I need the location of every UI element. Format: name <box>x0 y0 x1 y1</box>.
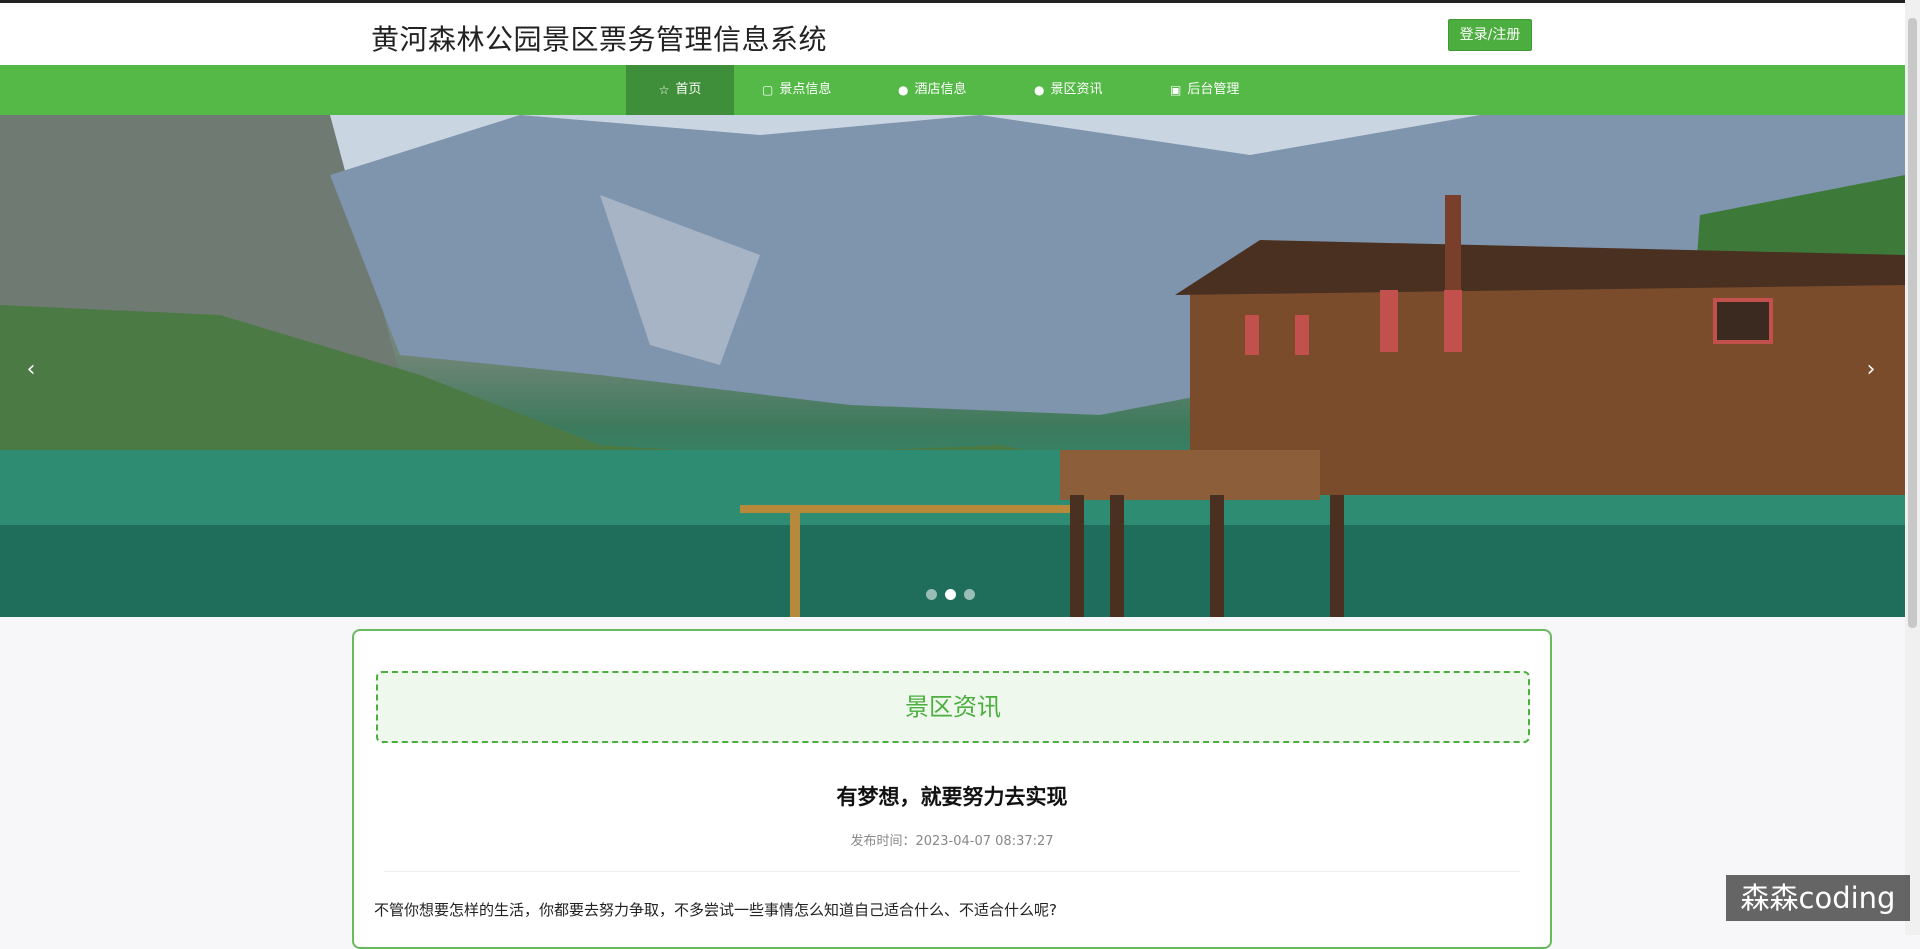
nav-item-attractions[interactable]: ▢ 景点信息 <box>762 65 831 115</box>
header: 黄河森林公园景区票务管理信息系统 登录/注册 <box>0 3 1905 65</box>
carousel-dot[interactable] <box>964 589 975 600</box>
nav-item-label: 景点信息 <box>779 82 832 97</box>
info-circle-icon: ● <box>898 83 909 97</box>
circle-icon: ● <box>1034 83 1045 97</box>
nav-item-label: 首页 <box>675 82 702 97</box>
carousel-prev-arrow[interactable]: ‹ <box>16 355 46 385</box>
nav-item-label: 酒店信息 <box>914 82 967 97</box>
hero-carousel[interactable]: ‹ › <box>0 115 1905 617</box>
article-date: 发布时间：2023-04-07 08:37:27 <box>354 830 1550 849</box>
scrollbar-thumb[interactable] <box>1908 18 1917 628</box>
briefcase-icon: ▣ <box>1170 83 1182 97</box>
carousel-dot-active[interactable] <box>945 589 956 600</box>
carousel-next-arrow[interactable]: › <box>1856 355 1886 385</box>
bag-icon: ▢ <box>762 83 774 97</box>
nav-item-news[interactable]: ● 景区资讯 <box>1034 65 1103 115</box>
main-nav: ☆ 首页 ▢ 景点信息 ● 酒店信息 ● 景区资讯 ▣ 后台管理 <box>0 65 1905 115</box>
landscape-image <box>0 115 1905 617</box>
login-register-button[interactable]: 登录/注册 <box>1448 19 1532 51</box>
article-title: 有梦想，就要努力去实现 <box>836 785 1068 809</box>
carousel-dot[interactable] <box>926 589 937 600</box>
news-card: 景区资讯 有梦想，就要努力去实现 发布时间：2023-04-07 08:37:2… <box>352 629 1552 949</box>
carousel-dots <box>926 589 975 600</box>
section-title: 景区资讯 <box>905 693 1001 721</box>
nav-item-label: 后台管理 <box>1187 82 1240 97</box>
article-body: 不管你想要怎样的生活，你都要去努力争取，不多尝试一些事情怎么知道自己适合什么、不… <box>374 901 1057 919</box>
divider <box>384 871 1520 872</box>
date-label: 发布时间： <box>850 834 916 849</box>
nav-item-admin[interactable]: ▣ 后台管理 <box>1170 65 1239 115</box>
nav-item-home[interactable]: ☆ 首页 <box>626 65 734 115</box>
nav-item-hotels[interactable]: ● 酒店信息 <box>898 65 967 115</box>
section-header: 景区资讯 <box>376 671 1530 743</box>
site-title: 黄河森林公园景区票务管理信息系统 <box>371 23 828 56</box>
date-value: 2023-04-07 08:37:27 <box>915 834 1054 849</box>
star-icon: ☆ <box>658 83 670 97</box>
nav-item-label: 景区资讯 <box>1050 82 1103 97</box>
watermark: 森森coding <box>1726 875 1910 921</box>
